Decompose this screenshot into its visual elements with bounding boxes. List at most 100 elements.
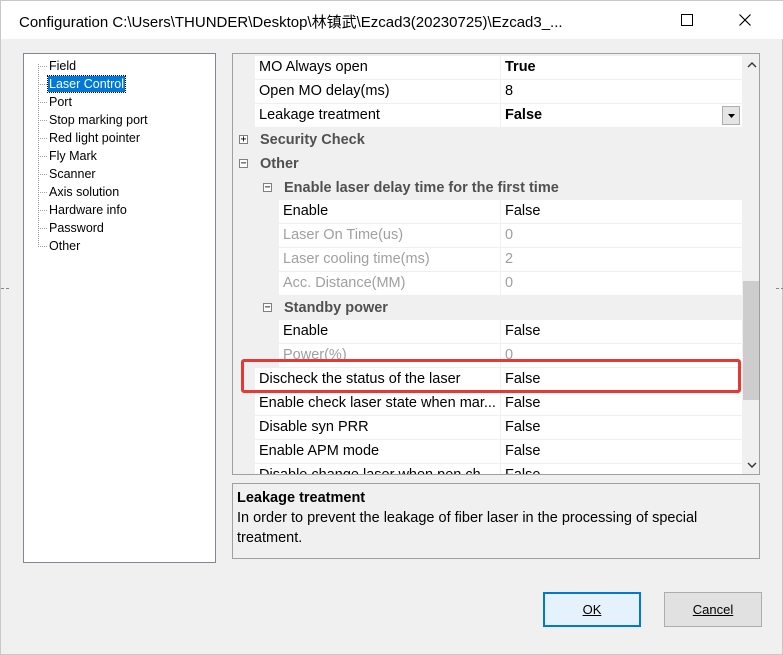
property-row[interactable]: Laser cooling time(ms) 2	[233, 248, 742, 272]
property-value[interactable]: False	[500, 104, 742, 127]
collapse-icon[interactable]: −	[263, 303, 272, 313]
property-row[interactable]: MO Always open True	[233, 56, 742, 80]
property-value-text: False	[505, 107, 543, 123]
scroll-up-button[interactable]	[743, 56, 759, 73]
property-name: Disable change laser when pen ch...	[255, 464, 500, 474]
property-value[interactable]: 0	[500, 344, 742, 367]
tree-connector	[38, 246, 47, 247]
property-row[interactable]: Leakage treatment False	[233, 104, 742, 128]
tree-item-axis-solution[interactable]: Axis solution	[24, 183, 214, 201]
description-title: Leakage treatment	[237, 490, 366, 506]
category-tree[interactable]: Field Laser Control Port Stop marking port R…	[23, 53, 216, 563]
property-category[interactable]: − Other	[233, 152, 742, 176]
property-grid-scrollbar[interactable]	[743, 54, 759, 474]
property-name: Discheck the status of the laser	[255, 368, 500, 391]
ok-button[interactable]: OK	[543, 592, 641, 627]
tree-connector	[38, 174, 47, 175]
property-row[interactable]: Disable change laser when pen ch... False	[233, 464, 742, 474]
tree-connector	[38, 192, 47, 193]
title-bar[interactable]: Configuration C:\Users\THUNDER\Desktop\林…	[1, 1, 783, 39]
tree-item-password[interactable]: Password	[24, 219, 214, 237]
scroll-down-button[interactable]	[743, 457, 759, 474]
tree-item-label: Field	[49, 59, 77, 73]
property-row[interactable]: Power(%) 0	[233, 344, 742, 368]
background-divider-left	[1, 288, 9, 289]
maximize-icon	[681, 14, 693, 26]
property-row[interactable]: Open MO delay(ms) 8	[233, 80, 742, 104]
property-value[interactable]: 2	[500, 248, 742, 271]
close-icon	[739, 14, 751, 26]
property-value-text: False	[505, 419, 541, 435]
property-value[interactable]: False	[500, 368, 742, 391]
description-text: In order to prevent the leakage of fiber…	[237, 510, 698, 546]
property-row[interactable]: Enable False	[233, 320, 742, 344]
property-name: Leakage treatment	[255, 104, 500, 127]
ok-button-label: OK	[582, 602, 602, 617]
property-row[interactable]: Disable syn PRR False	[233, 416, 742, 440]
tree-item-label: Red light pointer	[49, 131, 141, 145]
property-row[interactable]: Enable APM mode False	[233, 440, 742, 464]
tree-connector	[38, 138, 47, 139]
tree-item-label: Port	[49, 95, 72, 109]
tree-item-label: Password	[49, 221, 104, 235]
property-name: Laser cooling time(ms)	[279, 248, 500, 271]
expand-icon[interactable]: +	[239, 135, 248, 145]
property-row[interactable]: Laser On Time(us) 0	[233, 224, 742, 248]
property-value[interactable]: False	[500, 320, 742, 343]
property-category[interactable]: − Standby power	[233, 296, 742, 320]
cancel-button[interactable]: Cancel	[664, 592, 762, 627]
property-row[interactable]: Enable False	[233, 200, 742, 224]
tree-item-red-light-pointer[interactable]: Red light pointer	[24, 129, 214, 147]
tree-item-scanner[interactable]: Scanner	[24, 165, 214, 183]
property-grid[interactable]: MO Always open True Open MO delay(ms) 8 Leak…	[232, 53, 760, 475]
tree-item-label: Other	[49, 239, 81, 253]
configuration-dialog: Configuration C:\Users\THUNDER\Desktop\林…	[0, 0, 783, 655]
property-row[interactable]: Enable check laser state when mar... Fals…	[233, 392, 742, 416]
tree-connector	[38, 210, 47, 211]
property-category[interactable]: − Enable laser delay time for the first t…	[233, 176, 742, 200]
property-name: Acc. Distance(MM)	[279, 272, 500, 295]
maximize-button[interactable]	[658, 1, 716, 39]
scroll-thumb[interactable]	[743, 281, 759, 400]
chevron-up-icon	[747, 62, 756, 68]
property-value[interactable]: False	[500, 200, 742, 223]
tree-item-other[interactable]: Other	[24, 237, 214, 255]
tree-item-hardware-info[interactable]: Hardware info	[24, 201, 214, 219]
property-value-text: 0	[505, 347, 514, 363]
cancel-button-label: Cancel	[692, 602, 734, 617]
property-category-label: Enable laser delay time for the first ti…	[284, 180, 559, 196]
dropdown-arrow-icon	[727, 113, 735, 118]
tree-item-stop-marking-port[interactable]: Stop marking port	[24, 111, 214, 129]
tree-item-field[interactable]: Field	[24, 57, 214, 75]
property-value[interactable]: False	[500, 440, 742, 463]
tree-item-fly-mark[interactable]: Fly Mark	[24, 147, 214, 165]
tree-item-label: Scanner	[49, 167, 96, 181]
collapse-icon[interactable]: −	[239, 159, 248, 169]
property-row[interactable]: Acc. Distance(MM) 0	[233, 272, 742, 296]
property-value[interactable]: True	[500, 56, 742, 79]
tree-item-port[interactable]: Port	[24, 93, 214, 111]
property-value-text: 0	[505, 227, 514, 243]
property-value[interactable]: False	[500, 416, 742, 439]
tree-connector	[38, 66, 47, 67]
property-value[interactable]: False	[500, 392, 742, 415]
property-value[interactable]: 8	[500, 80, 742, 103]
property-name: MO Always open	[255, 56, 500, 79]
property-value[interactable]: 0	[500, 272, 742, 295]
property-name: Enable	[279, 200, 500, 223]
tree-connector	[38, 156, 47, 157]
property-value[interactable]: 0	[500, 224, 742, 247]
tree-item-label: Laser Control	[46, 75, 127, 93]
tree-item-laser-control[interactable]: Laser Control	[24, 75, 214, 93]
property-value-text: False	[505, 395, 541, 411]
close-button[interactable]	[716, 1, 774, 39]
property-row[interactable]: Discheck the status of the laser False	[233, 368, 742, 392]
collapse-icon[interactable]: −	[263, 183, 272, 193]
window-title: Configuration C:\Users\THUNDER\Desktop\林…	[19, 14, 563, 31]
background-divider-right	[776, 288, 783, 289]
value-dropdown-button[interactable]	[722, 106, 740, 125]
chevron-down-icon	[747, 462, 756, 468]
property-value-text: 0	[505, 275, 514, 291]
property-value[interactable]: False	[500, 464, 742, 474]
property-category[interactable]: + Security Check	[233, 128, 742, 152]
